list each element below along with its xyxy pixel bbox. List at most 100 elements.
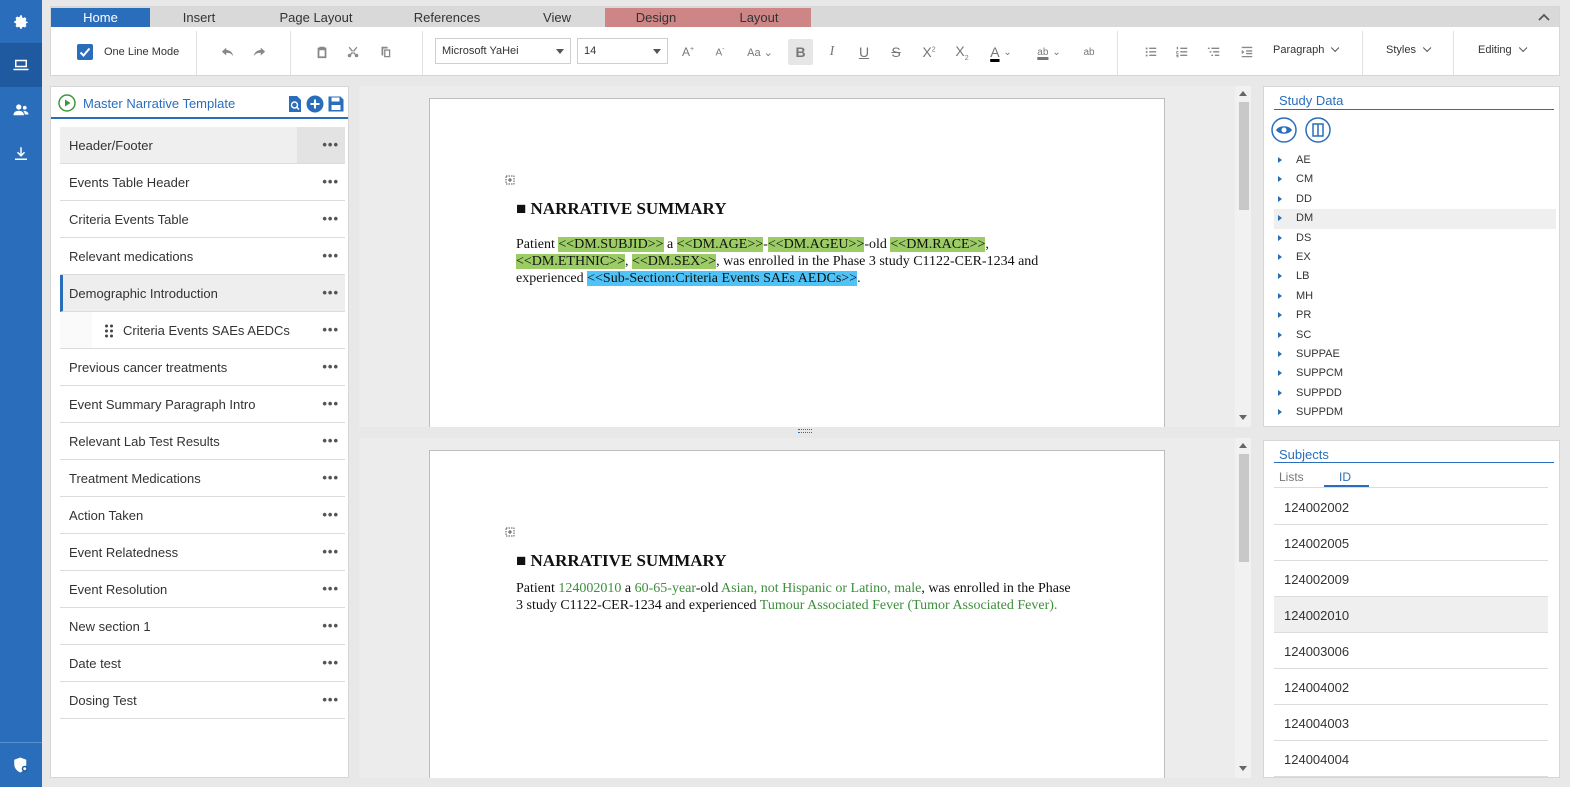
section-item[interactable]: Treatment Medications ••• (60, 460, 345, 497)
narrative-template-text[interactable]: Patient <<DM.SUBJID>> a <<DM.AGE>>-<<DM.… (516, 236, 1076, 287)
more-icon[interactable]: ••• (322, 655, 339, 670)
more-icon[interactable]: ••• (322, 470, 339, 485)
scroll-thumb[interactable] (1239, 454, 1249, 562)
section-item[interactable]: Relevant Lab Test Results ••• (60, 423, 345, 460)
underline-button[interactable]: U (853, 41, 875, 63)
paste-button[interactable] (311, 41, 333, 63)
section-item[interactable]: New section 1 ••• (60, 608, 345, 645)
tree-node[interactable]: PR (1274, 306, 1556, 325)
table-anchor-icon[interactable] (505, 175, 515, 185)
section-item[interactable]: Event Summary Paragraph Intro ••• (60, 386, 345, 423)
section-item[interactable]: Dosing Test ••• (60, 682, 345, 719)
italic-button[interactable]: I (821, 41, 843, 63)
split-view-icon[interactable] (1305, 117, 1331, 143)
section-item[interactable]: Event Resolution ••• (60, 571, 345, 608)
highlight-button[interactable]: ab ⌄ (1031, 41, 1067, 63)
preview-pane[interactable]: ■ NARRATIVE SUMMARY Patient 124002010 a … (359, 438, 1251, 778)
expand-icon[interactable] (1278, 389, 1282, 396)
cut-button[interactable] (342, 41, 364, 63)
scroll-up-icon[interactable] (1239, 91, 1247, 96)
field-token-race[interactable]: <<DM.RACE>> (890, 237, 986, 252)
subsection-item[interactable]: Criteria Events SAEs AEDCs ••• (60, 312, 345, 349)
expand-icon[interactable] (1278, 176, 1282, 183)
tab-insert[interactable]: Insert (150, 8, 248, 27)
tree-node[interactable]: SC (1274, 326, 1556, 345)
numbered-list-button[interactable] (1171, 41, 1193, 63)
settings-button[interactable] (0, 0, 42, 44)
preview-doc-icon[interactable] (286, 95, 304, 113)
security-button[interactable] (0, 743, 42, 787)
multilevel-list-button[interactable] (1203, 41, 1225, 63)
field-token-sex[interactable]: <<DM.SEX>> (631, 254, 717, 269)
subject-item[interactable]: 124002002 (1274, 489, 1548, 525)
section-item[interactable]: Relevant medications ••• (60, 238, 345, 275)
template-editor-pane[interactable]: ■ NARRATIVE SUMMARY Patient <<DM.SUBJID>… (359, 86, 1251, 427)
section-item[interactable]: Previous cancer treatments ••• (60, 349, 345, 386)
expand-icon[interactable] (1278, 157, 1282, 163)
field-token-subjid[interactable]: <<DM.SUBJID>> (558, 237, 664, 252)
font-family-select[interactable]: Microsoft YaHei (435, 38, 571, 64)
template-scrollbar[interactable] (1235, 86, 1251, 427)
undo-button[interactable] (217, 41, 239, 63)
expand-icon[interactable] (1278, 195, 1282, 202)
more-icon[interactable]: ••• (322, 211, 339, 226)
field-token-ethnic[interactable]: <<DM.ETHNIC>> (516, 254, 625, 269)
tree-node[interactable]: DM (1274, 209, 1556, 229)
tree-node[interactable]: DD (1274, 190, 1556, 209)
subject-item[interactable]: 124004002 (1274, 669, 1548, 705)
font-size-select[interactable]: 14 (577, 38, 668, 64)
indent-button[interactable] (1236, 41, 1258, 63)
pane-splitter[interactable] (352, 427, 1262, 437)
subject-item[interactable]: 124002005 (1274, 525, 1548, 561)
tab-lists[interactable]: Lists (1279, 470, 1304, 484)
subject-item[interactable]: 124003006 (1274, 633, 1548, 669)
scroll-down-icon[interactable] (1239, 766, 1247, 771)
tree-node[interactable]: LB (1274, 267, 1556, 286)
expand-icon[interactable] (1278, 331, 1282, 338)
tree-node[interactable]: AE (1274, 151, 1556, 170)
more-icon[interactable]: ••• (322, 248, 339, 263)
font-color-button[interactable]: A ⌄ (983, 41, 1019, 63)
expand-icon[interactable] (1278, 312, 1282, 319)
tree-node[interactable]: EX (1274, 248, 1556, 267)
expand-icon[interactable] (1278, 253, 1282, 260)
more-icon[interactable]: ••• (322, 285, 339, 300)
tree-node[interactable]: SUPPCM (1274, 364, 1556, 383)
more-icon[interactable]: ••• (322, 396, 339, 411)
preview-scrollbar[interactable] (1235, 438, 1251, 778)
section-item[interactable]: Events Table Header ••• (60, 164, 345, 201)
grow-font-button[interactable]: A+ (677, 41, 699, 63)
editor-button[interactable] (0, 43, 42, 87)
section-item[interactable]: Action Taken ••• (60, 497, 345, 534)
change-case-button[interactable]: Aa ⌄ (743, 41, 777, 63)
tab-references[interactable]: References (386, 8, 508, 27)
editing-dropdown[interactable]: Editing (1478, 43, 1528, 56)
expand-icon[interactable] (1278, 370, 1282, 377)
superscript-button[interactable]: X2 (918, 41, 940, 63)
template-page[interactable]: ■ NARRATIVE SUMMARY Patient <<DM.SUBJID>… (429, 98, 1165, 427)
section-item[interactable]: Criteria Events Table ••• (60, 201, 345, 238)
copy-button[interactable] (374, 41, 396, 63)
scroll-up-icon[interactable] (1239, 443, 1247, 448)
section-item-selected[interactable]: Demographic Introduction ••• (60, 275, 345, 312)
paragraph-dropdown[interactable]: Paragraph (1273, 43, 1340, 56)
more-icon[interactable]: ••• (322, 692, 339, 707)
subject-item[interactable]: 124004004 (1274, 741, 1548, 777)
splitter-grip-icon[interactable] (798, 429, 812, 433)
subject-item[interactable]: 124004003 (1274, 705, 1548, 741)
users-button[interactable] (0, 88, 42, 132)
tree-node[interactable]: MH (1274, 287, 1556, 306)
expand-icon[interactable] (1278, 215, 1282, 222)
more-icon[interactable]: ••• (322, 544, 339, 559)
more-icon[interactable]: ••• (322, 618, 339, 633)
tree-node[interactable]: SUPPDD (1274, 384, 1556, 403)
more-icon[interactable]: ••• (322, 507, 339, 522)
more-icon[interactable]: ••• (322, 137, 339, 152)
one-line-mode-checkbox[interactable] (77, 44, 93, 60)
subscript-button[interactable]: X2 (951, 41, 973, 63)
expand-icon[interactable] (1278, 234, 1282, 241)
tab-view[interactable]: View (513, 8, 601, 27)
drag-handle-icon[interactable] (104, 324, 114, 338)
save-icon[interactable] (327, 95, 345, 113)
scroll-down-icon[interactable] (1239, 415, 1247, 420)
